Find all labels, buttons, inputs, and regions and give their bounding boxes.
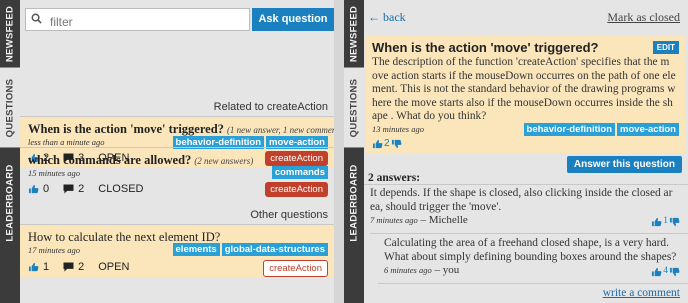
search-icon: [31, 13, 42, 24]
comment-count: 2: [78, 183, 85, 195]
thumbs-down-icon[interactable]: [669, 217, 680, 227]
status-label: CLOSED: [98, 183, 144, 195]
thumbs-down-icon[interactable]: [669, 267, 680, 277]
question-card[interactable]: How to calculate the next element ID? 17…: [20, 225, 334, 277]
tag[interactable]: commands: [271, 166, 328, 179]
nav-rail: NEWSFEED QUESTIONS LEADERBOARD: [0, 0, 20, 303]
answer-meta: 7 minutes ago – Michelle: [370, 214, 682, 228]
tab-questions[interactable]: QUESTIONS: [344, 68, 364, 148]
question-time: 13 minutes ago: [372, 124, 424, 134]
thumbs-up-icon[interactable]: [28, 184, 39, 194]
tag[interactable]: behavior-definition: [523, 123, 616, 136]
detail-content: ← back Mark as closed When is the action…: [364, 0, 688, 303]
vote-count: 1: [663, 216, 668, 226]
answer-question-button[interactable]: Answer this question: [566, 156, 682, 173]
context-badge[interactable]: createAction: [265, 182, 328, 197]
answer: It depends. If the shape is closed, also…: [364, 187, 688, 230]
question-detail: When is the action 'move' triggered? EDI…: [366, 36, 685, 153]
tab-leaderboard[interactable]: LEADERBOARD: [0, 148, 20, 258]
question-new-activity: (1 new answer, 1 new comment): [226, 125, 334, 135]
tag[interactable]: elements: [172, 243, 220, 256]
question-title[interactable]: How to calculate the next element ID?: [28, 230, 220, 244]
answer-votes: 4: [651, 265, 680, 279]
vote-count: 4: [663, 266, 668, 276]
tab-newsfeed[interactable]: NEWSFEED: [0, 0, 20, 68]
question-card[interactable]: which commands are allowed? (2 new answer…: [20, 148, 334, 198]
section-header-related: Related to createAction: [213, 101, 328, 113]
question-body: The description of the function 'createA…: [372, 56, 676, 123]
answer-time: 7 minutes ago: [370, 215, 418, 225]
tab-leaderboard[interactable]: LEADERBOARD: [344, 148, 364, 258]
question-stats: 0 2 CLOSED: [28, 183, 144, 195]
thumbs-down-icon[interactable]: [391, 139, 402, 149]
write-comment-link[interactable]: write a comment: [603, 287, 680, 299]
thumbs-up-icon[interactable]: [372, 139, 383, 149]
answer-author: – Michelle: [420, 214, 468, 226]
answer-meta: 6 minutes ago – you: [384, 264, 682, 278]
tag-list: elements global-data-structures: [172, 243, 328, 256]
tag[interactable]: global-data-structures: [221, 243, 328, 256]
mark-closed-link[interactable]: Mark as closed: [607, 10, 680, 25]
tab-newsfeed[interactable]: NEWSFEED: [344, 0, 364, 68]
context-badge[interactable]: createAction: [263, 260, 328, 277]
status-label: OPEN: [98, 261, 130, 273]
question-time: less than a minute ago: [28, 137, 105, 147]
vote-count: 2: [384, 138, 390, 149]
question-time: 17 minutes ago: [28, 245, 80, 255]
tag-list: behavior-definition move-action: [523, 123, 679, 136]
question-title[interactable]: which commands are allowed?: [28, 153, 191, 167]
filter-input[interactable]: [25, 8, 250, 31]
question-votes: 2: [372, 138, 402, 149]
back-arrow-icon: ←: [368, 10, 380, 24]
vote-count: 1: [43, 261, 50, 273]
thumbs-up-icon[interactable]: [28, 262, 39, 272]
tab-questions[interactable]: QUESTIONS: [0, 68, 20, 148]
tag[interactable]: move-action: [617, 123, 679, 136]
tag-list: commands: [271, 166, 328, 179]
questions-list-panel: NEWSFEED QUESTIONS LEADERBOARD Ask quest…: [0, 0, 334, 303]
question-new-activity: (2 new answers): [194, 156, 254, 166]
edit-button[interactable]: EDIT: [652, 41, 679, 54]
ask-question-button[interactable]: Ask question: [252, 8, 334, 31]
section-header-other: Other questions: [250, 209, 328, 221]
nav-rail: NEWSFEED QUESTIONS LEADERBOARD: [344, 0, 364, 303]
divider: [364, 184, 688, 185]
thumbs-up-icon[interactable]: [651, 267, 662, 277]
question-stats: 1 2 OPEN: [28, 261, 129, 273]
answer-author: – you: [434, 264, 460, 276]
answer-time: 6 minutes ago: [384, 265, 432, 275]
comment-count: 2: [78, 261, 85, 273]
comment-icon: [63, 184, 74, 194]
comment-icon: [63, 262, 74, 272]
back-link[interactable]: ← back: [368, 10, 406, 25]
answers-count: 2 answers:: [368, 172, 421, 184]
question-detail-panel: NEWSFEED QUESTIONS LEADERBOARD ← back Ma…: [344, 0, 688, 303]
answer-votes: 1: [651, 215, 680, 229]
question-title[interactable]: When is the action 'move' triggered?: [28, 122, 224, 136]
divider: [370, 233, 688, 234]
thumbs-up-icon[interactable]: [651, 217, 662, 227]
vote-count: 0: [43, 183, 50, 195]
question-title: When is the action 'move' triggered?: [372, 40, 599, 55]
questions-content: Ask question Related to createAction Whe…: [20, 0, 334, 303]
question-time: 15 minutes ago: [28, 168, 80, 178]
answer: Calculating the area of a freehand close…: [378, 237, 688, 281]
divider: [378, 283, 688, 284]
